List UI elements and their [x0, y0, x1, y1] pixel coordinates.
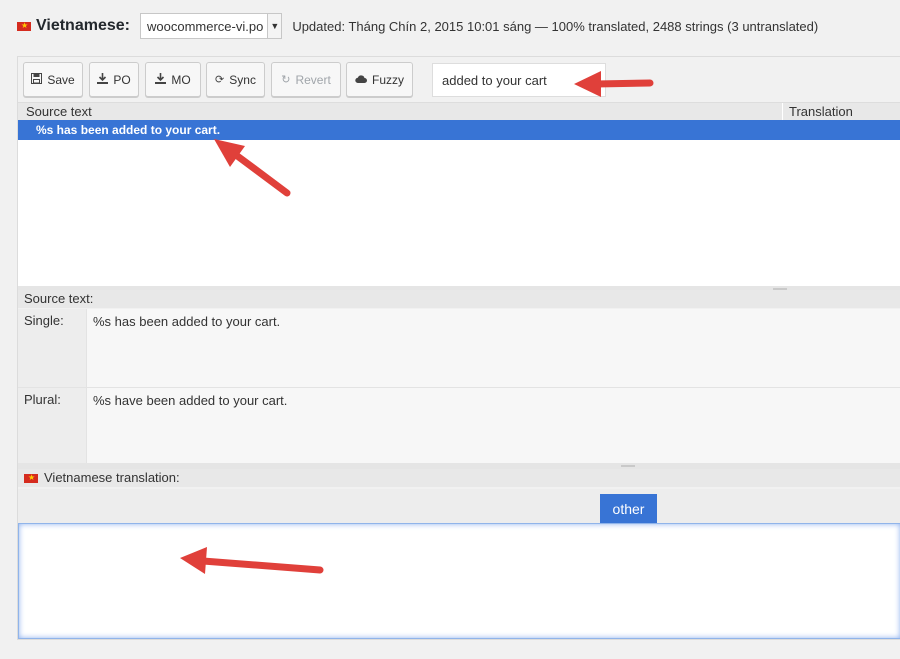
translation-textarea[interactable]: [18, 523, 900, 639]
editor-toolbar: Save PO MO ⟳ Sync ↻ Revert Fuzzy added t…: [18, 57, 900, 101]
save-button[interactable]: Save: [23, 62, 83, 97]
download-po-label: PO: [113, 72, 131, 87]
revert-button[interactable]: ↻ Revert: [271, 62, 341, 97]
revert-icon: ↻: [281, 74, 291, 86]
editor-header: Vietnamese: woocommerce-vi.po ▼ Updated:…: [17, 13, 818, 39]
sync-button-label: Sync: [229, 72, 256, 87]
fuzzy-button-label: Fuzzy: [372, 72, 405, 87]
search-input-value: added to your cart: [442, 72, 547, 88]
column-header-source[interactable]: Source text: [26, 104, 92, 119]
plural-source-text: %s have been added to your cart.: [86, 388, 900, 465]
chevron-down-icon: ▼: [267, 14, 282, 38]
vietnam-flag-icon: [17, 19, 31, 33]
fuzzy-button[interactable]: Fuzzy: [346, 62, 413, 97]
po-editor: Save PO MO ⟳ Sync ↻ Revert Fuzzy added t…: [17, 56, 900, 640]
cloud-icon: [355, 74, 367, 86]
plural-tabs: other: [18, 489, 900, 523]
source-plural-row: Plural: %s have been added to your cart.: [18, 387, 900, 465]
search-input[interactable]: added to your cart: [432, 63, 606, 97]
file-select[interactable]: woocommerce-vi.po ▼: [139, 13, 283, 39]
column-header-translation[interactable]: Translation: [789, 104, 853, 119]
download-icon: [155, 72, 167, 87]
save-icon: [31, 72, 43, 87]
column-divider[interactable]: [782, 103, 783, 121]
vietnam-flag-icon: [24, 471, 38, 485]
sync-button[interactable]: ⟳ Sync: [206, 62, 265, 97]
strings-grid-header: Source text Translation: [18, 102, 900, 121]
download-mo-button[interactable]: MO: [145, 62, 201, 97]
plural-label: Plural:: [18, 388, 86, 465]
sync-icon: ⟳: [215, 74, 225, 86]
file-meta-status: Updated: Tháng Chín 2, 2015 10:01 sáng —…: [292, 18, 819, 34]
download-po-button[interactable]: PO: [89, 62, 139, 97]
single-source-text: %s has been added to your cart.: [86, 309, 900, 387]
source-single-row: Single: %s has been added to your cart.: [18, 309, 900, 387]
tab-other[interactable]: other: [600, 494, 657, 523]
save-button-label: Save: [47, 72, 75, 87]
source-panel-title: Source text:: [18, 290, 900, 308]
splitter-grip-icon[interactable]: [621, 465, 635, 467]
download-mo-label: MO: [171, 72, 191, 87]
revert-button-label: Revert: [295, 72, 331, 87]
row-source-text: %s has been added to your cart.: [36, 123, 221, 137]
file-select-value: woocommerce-vi.po: [146, 18, 264, 34]
translation-panel-title: Vietnamese translation:: [44, 470, 180, 485]
download-icon: [97, 72, 109, 87]
single-label: Single:: [18, 309, 86, 387]
language-title: Vietnamese:: [36, 17, 130, 34]
table-row[interactable]: %s has been added to your cart.: [18, 120, 900, 140]
translation-panel-header: Vietnamese translation:: [18, 469, 900, 487]
strings-grid: %s has been added to your cart.: [18, 120, 900, 286]
